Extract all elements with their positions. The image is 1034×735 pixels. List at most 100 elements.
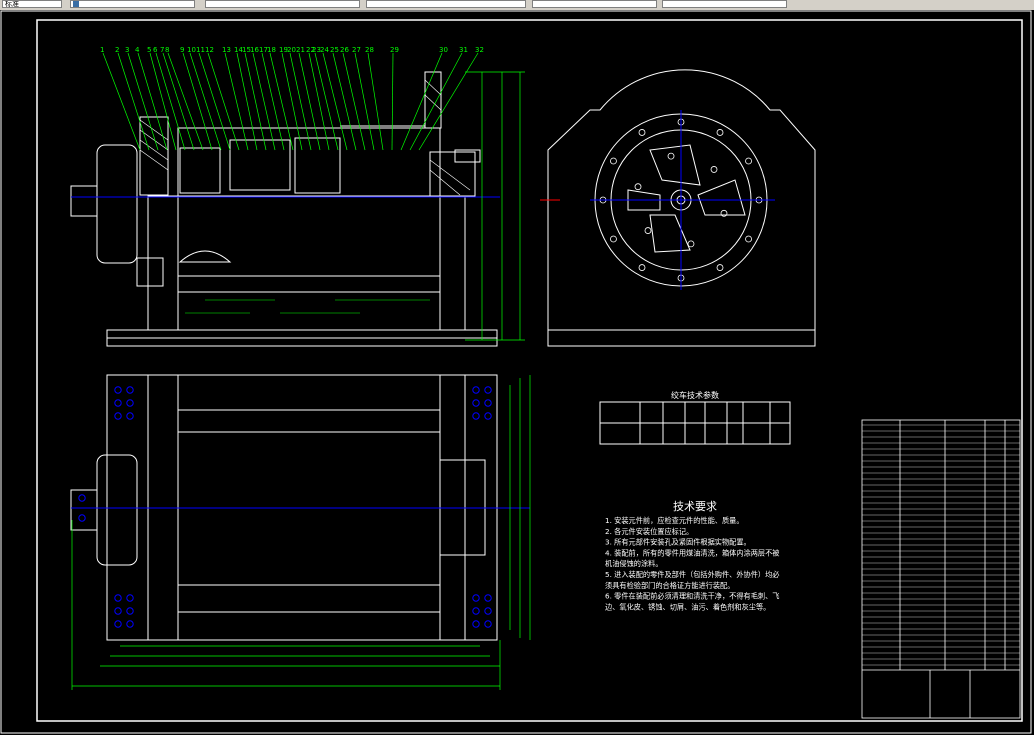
balloon-18: 18 [267, 46, 276, 54]
tech-line: 2. 各元件安装位置应标记。 [605, 527, 693, 536]
mount-hole [472, 386, 480, 394]
leader-3 [127, 52, 159, 151]
width-dimensions [71, 375, 531, 690]
right-bearing [429, 151, 476, 197]
leader-6 [155, 52, 186, 151]
leader-28 [367, 52, 384, 151]
bolt-hole [638, 264, 646, 271]
mount-hole [484, 620, 492, 628]
lineweight-dropdown[interactable] [532, 0, 657, 8]
balloon-11: 11 [196, 46, 205, 54]
mount-hole [114, 399, 122, 407]
mount-hole [78, 494, 86, 502]
sheet-border [0, 10, 1032, 734]
balloon-30: 30 [439, 46, 448, 54]
mount-hole [484, 412, 492, 420]
balloon-5: 5 [147, 46, 151, 54]
balloon-28: 28 [365, 46, 374, 54]
leader-lines [102, 52, 479, 151]
lower-mount [136, 257, 164, 287]
brake-detail [178, 250, 232, 263]
bolt-hole [716, 129, 724, 136]
leader-26 [342, 52, 366, 151]
balloon-27: 27 [352, 46, 361, 54]
balloon-6: 6 [153, 46, 158, 54]
leader-22 [308, 52, 330, 151]
style-dropdown[interactable]: 标准 [2, 0, 62, 8]
plan-mount-holes [78, 386, 492, 628]
mount-hole [126, 594, 134, 602]
balloon-31: 31 [459, 46, 468, 54]
tech-title: 技术要求 [673, 500, 717, 513]
motor-coupling [70, 185, 98, 217]
inner-bolt-hole [687, 240, 695, 248]
mount-hole [484, 386, 492, 394]
leader-18 [269, 52, 294, 151]
layer-dropdown[interactable] [70, 0, 195, 8]
balloon-9: 9 [180, 46, 184, 54]
leader-25 [332, 52, 357, 151]
mount-hole [126, 620, 134, 628]
mount-hole [78, 514, 86, 522]
mount-hole [114, 412, 122, 420]
centerline-side [590, 110, 775, 290]
leader-29 [391, 52, 394, 151]
bom-rows [862, 424, 1020, 666]
leader-27 [354, 52, 375, 151]
leader-19 [281, 52, 303, 151]
leader-20 [289, 52, 312, 151]
mount-hole [472, 412, 480, 420]
inner-bolt-hole [710, 166, 718, 173]
layer-icon [73, 1, 79, 7]
tech-line: 3. 所有元部件安装孔及紧固件根据实物配置。 [605, 538, 751, 547]
balloon-12: 12 [205, 46, 214, 54]
bolt-hole [610, 235, 617, 243]
mount-hole [114, 594, 122, 602]
mount-hole [126, 386, 134, 394]
top-bracket [424, 71, 442, 129]
drawing-canvas[interactable]: 1 2 3 4 5 6 7 8 9 10 11 12 13 14 15 16 17 18 19 20 21 22 23 24 2… [0, 10, 1034, 735]
balloon-2: 2 [115, 46, 119, 54]
tech-line: 边、氧化皮、锈蚀、切屑、油污、着色剂和灰尘等。 [605, 602, 770, 611]
tech-line: 5. 进入装配的零件及部件（包括外购件、外协件）均必 [605, 570, 779, 579]
drum-lower [177, 195, 441, 277]
mount-hole [484, 594, 492, 602]
linetype-dropdown[interactable] [366, 0, 526, 8]
balloon-numbers: 1 2 3 4 5 6 7 8 9 10 11 12 13 14 15 16 17 18 19 20 21 2223 24 2… [100, 46, 484, 54]
gearbox-block [139, 116, 169, 196]
param-table-title: 绞车技术参数 [671, 390, 719, 400]
leader-13 [224, 52, 249, 151]
tech-line: 4. 装配前，所有的零件用煤油清洗，箱体内涂两层不被 [605, 548, 779, 557]
balloon-20: 20 [287, 46, 296, 54]
mount-hole [114, 386, 122, 394]
leader-16 [252, 52, 276, 151]
balloon-29: 29 [390, 46, 399, 54]
mount-hole [472, 620, 480, 628]
inner-bolt-hole [634, 183, 642, 191]
balloon-3: 3 [125, 46, 129, 54]
balloon-7: 7 [160, 46, 164, 54]
leader-1 [102, 52, 141, 151]
balloon-8: 8 [165, 46, 169, 54]
bolt-hole [745, 157, 752, 165]
inner-bolt-hole [644, 227, 652, 234]
bolt-hole [745, 235, 752, 243]
plotstyle-dropdown[interactable] [662, 0, 787, 8]
balloon-13: 13 [222, 46, 231, 54]
drawing-frame [36, 19, 1023, 722]
leader-21 [298, 52, 321, 151]
bolt-hole [638, 129, 646, 136]
color-dropdown[interactable] [205, 0, 360, 8]
mount-hole [472, 607, 480, 615]
balloon-10: 10 [187, 46, 196, 54]
balloon-4: 4 [135, 46, 140, 54]
leader-17 [261, 52, 285, 151]
inner-bolt-hole [667, 152, 675, 160]
height-dimensions [465, 71, 525, 341]
leader-32 [418, 52, 479, 151]
motor-housing [96, 144, 138, 264]
mount-hole [114, 620, 122, 628]
mount-hole [114, 607, 122, 615]
tech-line: 1. 安装元件前，应检查元件的性能、质量。 [605, 516, 744, 525]
cad-drawing[interactable]: 1 2 3 4 5 6 7 8 9 10 11 12 13 14 15 16 17 18 19 20 21 2223 24 2… [0, 10, 1034, 735]
